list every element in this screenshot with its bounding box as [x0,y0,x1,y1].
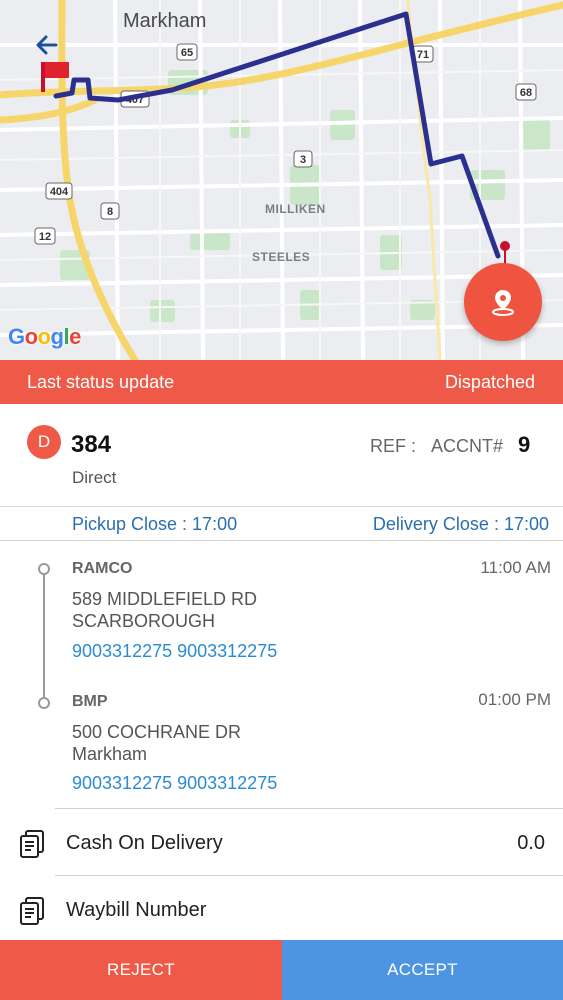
map-label-steeles: STEELES [252,250,311,264]
reject-button[interactable]: REJECT [0,940,282,1000]
arrow-left-icon [36,35,58,55]
ref-label: REF : [370,436,417,456]
delivery-stop-time: 01:00 PM [478,690,551,709]
shield-12: 12 [39,231,51,243]
document-icon [18,896,46,926]
account-label: ACCNT# [431,436,504,456]
close-times-row: Pickup Close : 17:00 Delivery Close : 17… [0,506,563,541]
status-label: Last status update [27,372,175,392]
divider [55,875,563,876]
map-label-markham: Markham [123,10,207,32]
pickup-address-line2: SCARBOROUGH [72,611,216,631]
pickup-stop-time: 11:00 AM [480,558,551,577]
delivery-dot-icon [38,697,50,709]
delivery-phone-link[interactable]: 9003312275 9003312275 [72,773,277,794]
order-type-badge: D [27,425,61,459]
delivery-stop-name: BMP [72,693,108,710]
google-logo: Google [8,324,81,349]
timeline-line [43,569,45,703]
order-number: 384 [71,431,112,458]
pickup-dot-icon [38,563,50,575]
back-button[interactable] [30,28,64,62]
delivery-address-line2: Markham [72,744,148,764]
shield-71: 71 [417,49,429,61]
shield-404: 404 [50,186,69,198]
location-pin-icon [492,290,514,316]
pickup-phone-link[interactable]: 9003312275 9003312275 [72,641,277,662]
shield-65: 65 [181,47,193,59]
shield-68: 68 [520,87,532,99]
pickup-close-time: Pickup Close : 17:00 [72,514,238,534]
shield-3: 3 [300,154,306,166]
divider [55,808,563,809]
map-label-milliken: MILLIKEN [265,202,326,216]
cod-value: 0.0 [517,832,545,854]
delivery-close-time: Delivery Close : 17:00 [372,514,549,534]
cod-label: Cash On Delivery [66,832,223,854]
pickup-address-line1: 589 MIDDLEFIELD RD [72,589,258,609]
shield-8: 8 [107,206,113,218]
location-fab-button[interactable] [464,263,542,341]
pickup-stop-name: RAMCO [72,560,133,577]
account-value: 9 [518,432,531,457]
accept-button[interactable]: ACCEPT [282,940,563,1000]
status-bar: Last status update Dispatched [0,360,563,404]
order-type-label: Direct [72,468,117,487]
document-icon [18,829,46,859]
delivery-address-line1: 500 COCHRANE DR [72,722,242,742]
route-map[interactable]: 65 407 71 68 3 404 8 12 Markham MILLIKEN… [0,0,563,360]
status-value: Dispatched [444,372,535,392]
waybill-label[interactable]: Waybill Number [66,899,206,922]
